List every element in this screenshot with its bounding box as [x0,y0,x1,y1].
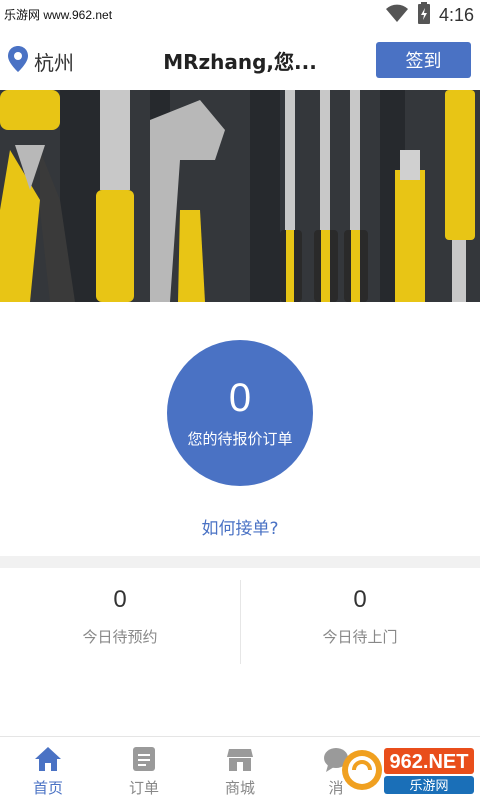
nav-home-label: 首页 [32,779,63,797]
pending-quotes-circle[interactable]: 0 您的待报价订单 [167,340,313,486]
top-header: 杭州 MRzhang,您... 签到 [0,30,480,90]
status-icons: 4:16 [385,2,474,28]
stat-today-to-visit[interactable]: 0 今日待上门 [240,568,480,664]
nav-store[interactable]: 商城 [192,737,288,801]
status-time: 4:16 [438,4,474,25]
section-divider [0,556,480,568]
how-to-accept-link[interactable]: 如何接单? [0,514,480,539]
stats-divider [240,580,241,664]
stat-value: 0 [113,586,127,613]
battery-icon [417,2,431,28]
stat-label: 今日待预约 [82,628,158,646]
nav-orders[interactable]: 订单 [96,737,192,801]
pending-quotes-count: 0 [228,376,252,420]
nav-home[interactable]: 首页 [0,737,96,801]
site-watermark-logo: 962.NET 乐游网 [340,744,476,796]
status-bar: 乐游网 www.962.net 4:16 [0,0,480,30]
watermark-brand-text: 962.NET [390,751,469,773]
user-greeting: MRzhang,您... [163,50,317,74]
city-label: 杭州 [34,50,74,75]
home-icon [34,745,62,773]
location-pin-icon [8,46,28,76]
wifi-icon [385,3,409,27]
stat-value: 0 [353,586,367,613]
banner-image[interactable] [0,90,480,302]
status-watermark: 乐游网 www.962.net [4,8,113,22]
store-icon [226,745,254,773]
document-icon [130,745,158,773]
pending-quotes-label: 您的待报价订单 [187,430,293,448]
watermark-brand-subtext: 乐游网 [409,779,448,794]
location-selector[interactable]: 杭州 [8,46,74,76]
sign-in-button[interactable]: 签到 [376,42,471,78]
nav-orders-label: 订单 [128,779,159,797]
stat-label: 今日待上门 [322,628,398,646]
stat-today-to-schedule[interactable]: 0 今日待预约 [0,568,240,664]
nav-store-label: 商城 [224,779,255,797]
